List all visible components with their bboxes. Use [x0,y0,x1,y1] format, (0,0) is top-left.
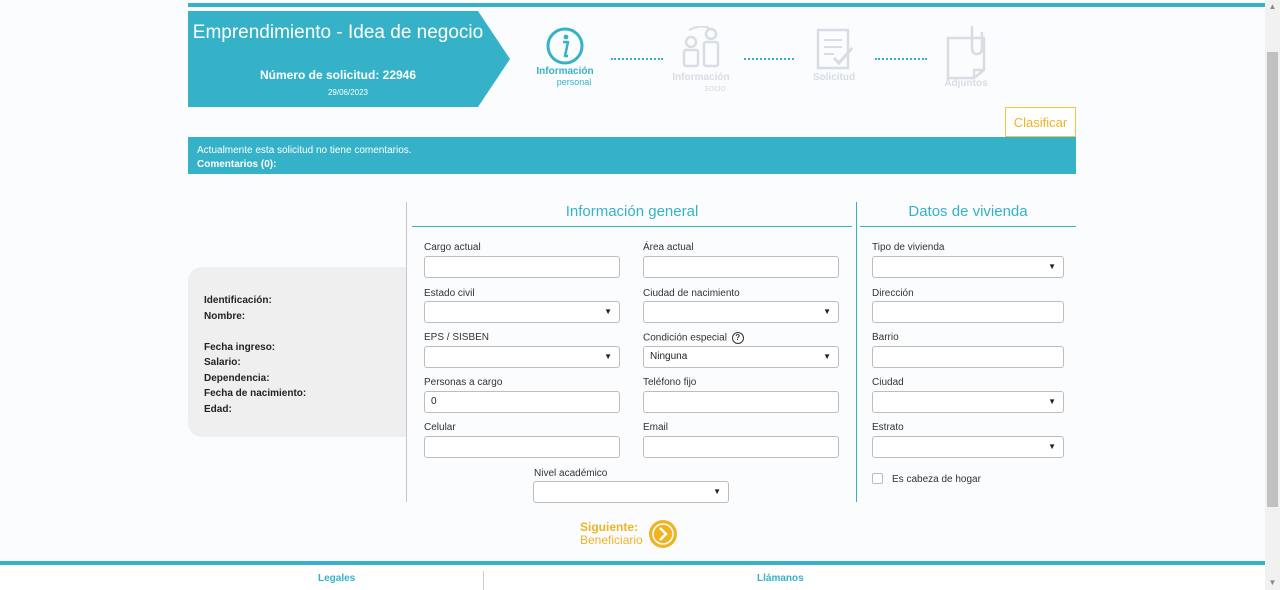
next-target: Beneficiario [580,533,643,547]
ciudad-nacimiento-label: Ciudad de nacimiento [643,288,740,299]
condicion-especial-label: Condición especial [643,332,727,344]
eps-select[interactable] [424,346,620,368]
estrato-select[interactable] [872,436,1064,458]
step-sublabel: personal [556,77,592,87]
divider [406,202,407,502]
direccion-input[interactable] [872,301,1064,323]
barrio-input[interactable] [872,346,1064,368]
identificacion-label: Identificación: [204,295,272,306]
divider [856,202,857,502]
email-input[interactable] [643,436,839,458]
step-label: Información [536,66,594,77]
general-info-title: Información general [565,203,699,220]
nivel-academico-select[interactable] [533,481,729,503]
request-header: Emprendimiento - Idea de negocio Número … [188,11,510,107]
direccion-label: Dirección [872,288,914,299]
step-label: Información [672,72,730,83]
barrio-label: Barrio [872,332,899,343]
cargo-actual-label: Cargo actual [424,242,481,253]
scrollbar-thumb[interactable] [1267,52,1278,507]
cabeza-hogar-checkbox[interactable] [872,473,883,484]
step-personal-info[interactable]: Información personal [530,26,600,87]
celular-label: Celular [424,422,456,433]
edad-label: Edad: [204,403,232,415]
telefono-fijo-input[interactable] [643,391,839,413]
area-actual-input[interactable] [643,256,839,278]
comments-banner: Actualmente esta solicitud no tiene come… [188,137,1076,174]
condicion-especial-select[interactable]: Ninguna [643,346,839,368]
step-sublabel: socio [704,83,726,93]
tipo-vivienda-select[interactable] [872,256,1064,278]
request-number: Número de solicitud: 22946 [259,68,417,82]
comments-label: Comentarios (0): [197,159,277,170]
partners-icon [682,26,720,68]
area-actual-label: Área actual [643,242,694,253]
ciudad-nacimiento-select[interactable] [643,301,839,323]
fecha-ingreso-label: Fecha ingreso: [204,341,276,353]
nivel-academico-label: Nivel académico [534,468,608,479]
step-connector [875,58,927,60]
info-icon [546,27,584,65]
personas-cargo-label: Personas a cargo [424,377,503,388]
estado-civil-label: Estado civil [424,288,475,299]
step-partner-info[interactable]: Información socio [669,26,733,93]
condicion-especial-label-wrap: Condición especial ? [643,332,744,344]
fecha-nacimiento-label: Fecha de nacimiento: [204,388,307,399]
section-underline [412,226,852,227]
scroll-up-icon[interactable]: ▲ [1267,2,1278,11]
telefono-fijo-label: Teléfono fijo [643,377,697,388]
email-label: Email [643,422,669,433]
salario-label: Salario: [204,357,241,368]
housing-info-title: Datos de vivienda [908,203,1028,220]
estrato-label: Estrato [872,422,904,433]
eps-label: EPS / SISBEN [424,332,490,343]
footer-legales[interactable]: Legales [318,573,355,584]
footer-llamanos[interactable]: Llámanos [757,573,804,584]
arrow-right-icon[interactable] [648,519,678,549]
personas-cargo-input[interactable]: 0 [424,391,620,413]
classify-button[interactable]: Clasificar [1005,107,1076,137]
request-date: 29/06/2023 [327,88,369,97]
step-connector [611,58,663,60]
step-request[interactable]: Solicitud [808,26,860,83]
section-underline [860,226,1076,227]
next-title: Siguiente: [580,520,639,534]
document-check-icon [816,28,854,70]
footer-divider [483,571,484,590]
comments-status: Actualmente esta solicitud no tiene come… [197,145,412,156]
ciudad-select[interactable] [872,391,1064,413]
page-title: Emprendimiento - Idea de negocio [192,22,484,43]
step-attachments[interactable]: Adjuntos [940,24,992,89]
next-label[interactable]: Siguiente: Beneficiario [580,521,643,547]
profile-summary: Identificación: Nombre: Fecha ingreso: S… [188,267,406,437]
step-connector [744,58,794,60]
celular-input[interactable] [424,436,620,458]
scroll-down-icon[interactable]: ▼ [1267,578,1278,587]
dependencia-label: Dependencia: [204,372,270,384]
next-step[interactable]: Siguiente: Beneficiario [580,519,700,551]
help-icon[interactable]: ? [731,332,744,344]
footer: Legales Llámanos [0,565,1265,590]
estado-civil-select[interactable] [424,301,620,323]
ciudad-label: Ciudad [872,377,904,388]
attachment-icon [946,26,986,80]
top-accent-bar [188,3,1265,7]
cargo-actual-input[interactable] [424,256,620,278]
tipo-vivienda-label: Tipo de vivienda [872,242,945,253]
cabeza-hogar-label: Es cabeza de hogar [892,474,981,485]
step-label: Solicitud [812,72,856,83]
nombre-label: Nombre: [204,310,246,322]
step-label: Adjuntos [944,78,988,89]
